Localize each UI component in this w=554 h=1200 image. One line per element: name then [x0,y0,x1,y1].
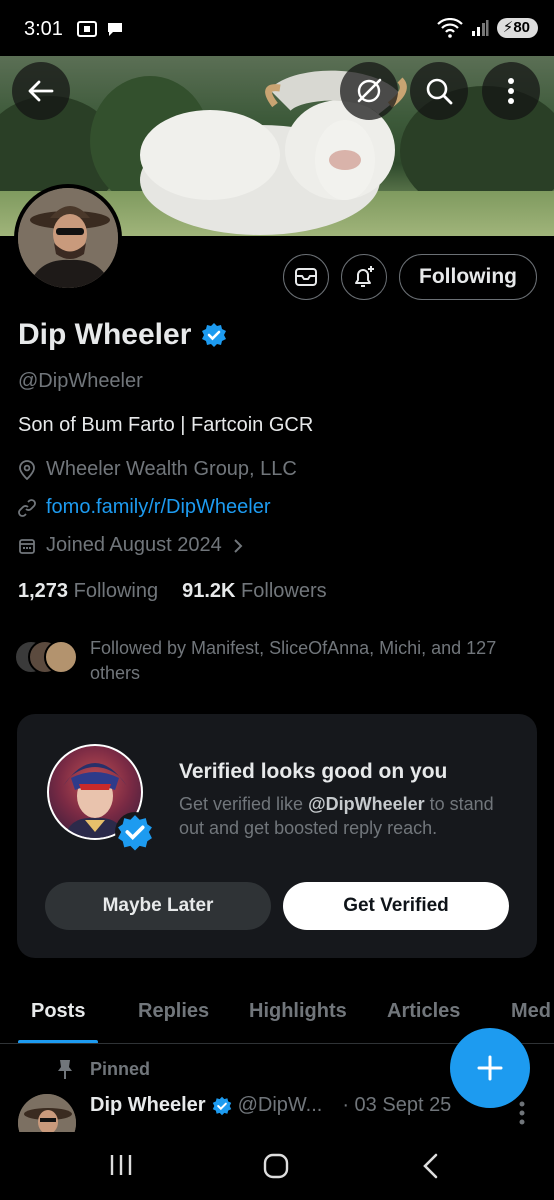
profile-link-row[interactable]: fomo.family/r/DipWheeler [18,496,271,519]
bell-plus-icon [355,266,374,287]
promo-text: Get verified like @DipWheeler to stand o… [179,792,519,840]
mail-icon [295,268,317,286]
wifi-icon [436,18,463,38]
tab-highlights[interactable]: Highlights [249,1000,347,1023]
followers-label: Followers [241,580,327,602]
nav-recents-icon[interactable] [108,1152,134,1178]
profile-location: Wheeler Wealth Group, LLC [18,458,297,481]
location-text: Wheeler Wealth Group, LLC [46,458,297,480]
verified-promo-card: Verified looks good on you Get verified … [17,714,537,958]
followed-by-avatars [14,636,80,676]
tweet-header: Dip Wheeler @DipW... · 03 Sept 25 [90,1094,451,1117]
active-tab-indicator [18,1040,98,1043]
notifications-button[interactable] [341,254,387,300]
profile-avatar[interactable] [14,184,122,292]
status-time: 3:01 [24,18,63,40]
followers-count-link[interactable]: 91.2K Followers [182,580,327,603]
tweet-more-icon[interactable] [518,1100,526,1126]
grok-button[interactable] [340,62,398,120]
status-notification-icons [76,20,124,38]
verified-badge-icon [115,812,155,852]
pin-icon [58,1060,72,1079]
follow-counts: 1,273 Following 91.2K Followers [18,580,327,603]
verified-badge-icon [212,1096,231,1115]
followers-count: 91.2K [182,580,236,602]
follower-avatar [44,640,78,674]
calendar-icon [19,538,35,554]
profile-link[interactable]: fomo.family/r/DipWheeler [46,496,271,519]
screenshot-icon [77,21,97,37]
followed-by[interactable]: Followed by Manifest, SliceOfAnna, Michi… [14,636,534,686]
avatar-image [18,188,118,288]
search-icon [426,78,453,105]
more-icon [508,78,514,104]
tab-articles[interactable]: Articles [387,1000,460,1023]
verified-badge-icon [202,323,227,347]
compose-button[interactable] [450,1028,530,1108]
back-button[interactable] [12,62,70,120]
location-icon [19,459,35,480]
get-verified-button[interactable]: Get Verified [283,882,509,930]
following-count-link[interactable]: 1,273 Following [18,580,158,603]
profile-joined[interactable]: Joined August 2024 [18,534,244,557]
back-arrow-icon [28,80,54,102]
profile-name-row: Dip Wheeler [18,318,227,352]
status-bar: 3:01 ⚡80 [0,0,554,56]
pinned-label-row: Pinned [56,1058,150,1080]
following-count: 1,273 [18,580,69,602]
promo-text-before: Get verified like [179,794,309,814]
nav-home-icon[interactable] [262,1152,290,1180]
plus-icon [477,1055,503,1081]
profile-handle: @DipWheeler [18,370,143,392]
nav-back-icon[interactable] [420,1152,442,1180]
battery-level: 80 [513,19,530,36]
link-icon [18,498,36,517]
tab-media[interactable]: Med [511,1000,551,1023]
chat-icon [108,23,122,36]
pinned-label: Pinned [90,1058,151,1079]
tweet-author-handle[interactable]: @DipW... [238,1094,323,1117]
tab-replies[interactable]: Replies [138,1000,209,1023]
battery-indicator: ⚡80 [496,18,538,38]
signal-icon [471,20,489,36]
maybe-later-button[interactable]: Maybe Later [45,882,271,930]
profile-bio: Son of Bum Farto | Fartcoin GCR [18,414,314,436]
message-button[interactable] [283,254,329,300]
chevron-right-icon [233,538,243,553]
tweet-author-name[interactable]: Dip Wheeler [90,1094,206,1117]
following-label: Following [73,580,159,602]
followed-by-text: Followed by Manifest, SliceOfAnna, Michi… [90,638,497,683]
profile-name: Dip Wheeler [18,318,192,351]
promo-title: Verified looks good on you [179,760,448,783]
tweet-date: · 03 Sept 25 [342,1094,452,1116]
grok-icon [357,78,382,103]
search-button[interactable] [410,62,468,120]
tab-posts[interactable]: Posts [31,1000,85,1023]
more-button[interactable] [482,62,540,120]
joined-text: Joined August 2024 [46,534,222,556]
following-button[interactable]: Following [399,254,537,300]
promo-text-handle: @DipWheeler [308,794,425,814]
system-nav-bar [0,1132,554,1200]
